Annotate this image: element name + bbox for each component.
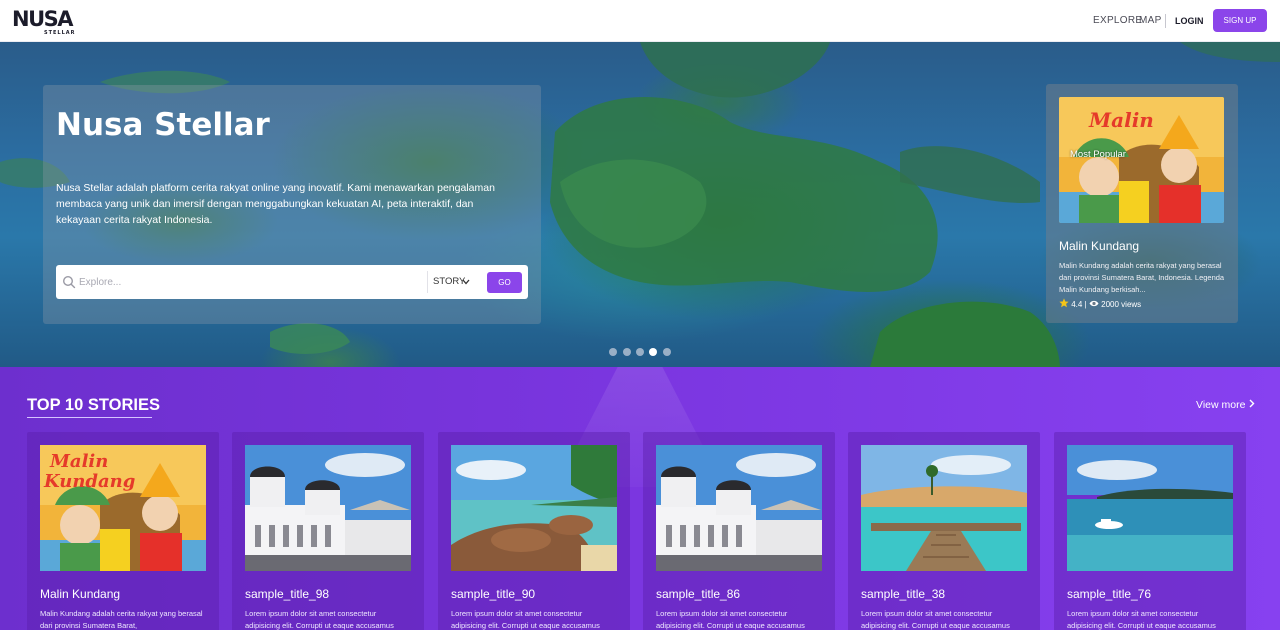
search-type-select[interactable]: STORY: [433, 276, 465, 288]
most-popular-card[interactable]: Malin Most Popular Malin Kundang Malin K…: [1046, 84, 1238, 323]
search-divider: [427, 271, 428, 293]
story-card[interactable]: sample_title_76 Lorem ipsum dolor sit am…: [1054, 432, 1246, 630]
view-more-label: View more: [1196, 399, 1246, 411]
navbar: NUSA STELLAR EXPLORE MAP LOGIN SIGN UP: [0, 0, 1280, 42]
carousel-dot[interactable]: [623, 348, 631, 356]
story-thumbnail[interactable]: [451, 445, 617, 571]
most-popular-meta: 4.4 | 2000 views: [1059, 298, 1141, 311]
view-more-link[interactable]: View more: [1196, 399, 1255, 412]
search-input[interactable]: [79, 272, 399, 292]
search-go-button[interactable]: GO: [487, 272, 522, 293]
story-description: Lorem ipsum dolor sit amet consectetur a…: [451, 609, 600, 630]
most-popular-description: Malin Kundang adalah cerita rakyat yang …: [1059, 261, 1225, 294]
logo-text: NUSA: [12, 7, 74, 31]
search-bar: STORY GO: [56, 265, 528, 299]
chevron-down-icon[interactable]: [462, 279, 470, 285]
heading-underline: [27, 417, 152, 418]
most-popular-rating: 4.4: [1071, 300, 1083, 309]
story-title[interactable]: sample_title_76: [1067, 586, 1151, 602]
most-popular-title[interactable]: Malin Kundang: [1059, 238, 1139, 254]
nav-explore-link[interactable]: EXPLORE: [1093, 15, 1142, 27]
story-card[interactable]: Malin Kundang Malin Kundang Malin Kundan…: [27, 432, 219, 630]
story-title[interactable]: sample_title_98: [245, 586, 329, 602]
signup-button[interactable]: SIGN UP: [1213, 9, 1267, 32]
story-title[interactable]: sample_title_38: [861, 586, 945, 602]
top-stories-section: TOP 10 STORIES View more Malin Kundang M…: [0, 367, 1280, 630]
nav-divider: [1165, 14, 1166, 28]
story-description: Malin Kundang adalah cerita rakyat yang …: [40, 609, 203, 630]
story-card[interactable]: sample_title_38 Lorem ipsum dolor sit am…: [848, 432, 1040, 630]
story-thumbnail[interactable]: [245, 445, 411, 571]
story-title[interactable]: sample_title_90: [451, 586, 535, 602]
story-title[interactable]: sample_title_86: [656, 586, 740, 602]
nav-map-link[interactable]: MAP: [1139, 15, 1162, 27]
hero-description: Nusa Stellar adalah platform cerita raky…: [56, 182, 495, 226]
story-card[interactable]: sample_title_90 Lorem ipsum dolor sit am…: [438, 432, 630, 630]
story-thumbnail[interactable]: Malin Kundang: [40, 445, 206, 571]
chevron-right-icon: [1249, 399, 1255, 408]
carousel-dot-active[interactable]: [649, 348, 657, 356]
top-stories-heading: TOP 10 STORIES: [27, 396, 160, 414]
carousel-dot[interactable]: [609, 348, 617, 356]
svg-text:Kundang: Kundang: [43, 471, 135, 492]
meta-separator: |: [1084, 300, 1087, 309]
story-description: Lorem ipsum dolor sit amet consectetur a…: [861, 609, 1010, 630]
logo-subtext: STELLAR: [44, 30, 76, 36]
most-popular-views: 2000 views: [1101, 300, 1142, 309]
eye-icon: [1089, 299, 1099, 308]
hero-banner: Nusa Stellar Nusa Stellar adalah platfor…: [0, 42, 1280, 367]
story-description: Lorem ipsum dolor sit amet consectetur a…: [1067, 609, 1216, 630]
story-description: Lorem ipsum dolor sit amet consectetur a…: [245, 609, 394, 630]
login-link[interactable]: LOGIN: [1175, 15, 1204, 27]
story-thumbnail[interactable]: [1067, 445, 1233, 571]
carousel-dot[interactable]: [663, 348, 671, 356]
story-card[interactable]: sample_title_98 Lorem ipsum dolor sit am…: [232, 432, 424, 630]
story-thumbnail[interactable]: [861, 445, 1027, 571]
search-icon: [62, 275, 76, 289]
story-card[interactable]: sample_title_86 Lorem ipsum dolor sit am…: [643, 432, 835, 630]
svg-text:Malin: Malin: [1088, 108, 1154, 132]
story-title[interactable]: Malin Kundang: [40, 586, 120, 602]
story-description: Lorem ipsum dolor sit amet consectetur a…: [656, 609, 805, 630]
logo[interactable]: NUSA STELLAR: [12, 7, 82, 36]
star-icon: [1059, 298, 1069, 308]
svg-text:Malin: Malin: [49, 451, 108, 472]
hero-title: Nusa Stellar: [56, 107, 270, 143]
most-popular-tag: Most Popular: [1070, 149, 1126, 160]
carousel-dot[interactable]: [636, 348, 644, 356]
story-thumbnail[interactable]: [656, 445, 822, 571]
